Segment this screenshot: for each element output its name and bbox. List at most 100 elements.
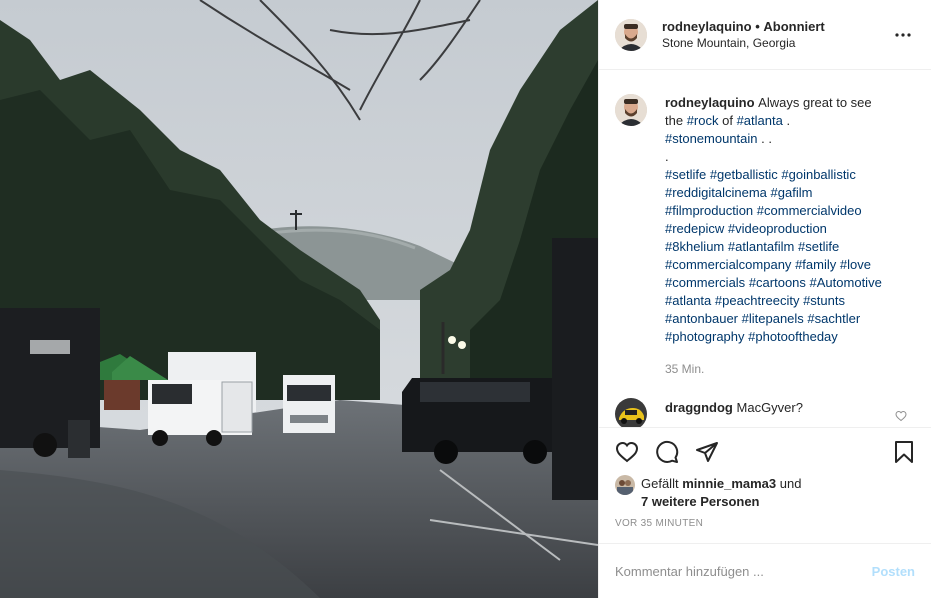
hashtag-link[interactable]: #Automotive xyxy=(810,275,882,290)
comment-button[interactable] xyxy=(654,439,680,465)
caption-line: #reddigitalcinema #gafilm xyxy=(665,184,915,202)
hashtag-link[interactable]: #photography xyxy=(665,329,745,344)
action-bar xyxy=(599,427,931,475)
caption-line: #filmproduction #commercialvideo xyxy=(665,202,915,220)
hashtag-link[interactable]: #commercialcompany xyxy=(665,257,791,272)
author-avatar[interactable] xyxy=(615,18,647,51)
likes-prefix: Gefällt xyxy=(641,476,679,491)
post-location[interactable]: Stone Mountain, Georgia xyxy=(662,35,891,52)
likes-summary: Gefällt minnie_mama3 und 7 weitere Perso… xyxy=(599,475,931,515)
hashtag-link[interactable]: #gafilm xyxy=(771,185,813,200)
post-timestamp[interactable]: VOR 35 MINUTEN xyxy=(599,515,931,543)
hashtag-link[interactable]: #peachtreecity xyxy=(715,293,800,308)
caption-line: #redepicw #videoproduction xyxy=(665,220,915,238)
hashtag-link[interactable]: #goinballistic xyxy=(781,167,855,182)
hashtag-link[interactable]: #filmproduction xyxy=(665,203,753,218)
caption-text: the xyxy=(665,113,687,128)
caption-text: . . xyxy=(757,131,772,146)
caption-line: #commercialcompany #family #love xyxy=(665,256,915,274)
hashtag-link[interactable]: #stonemountain xyxy=(665,131,758,146)
bookmark-icon xyxy=(895,440,913,463)
caption-time[interactable]: 35 Min. xyxy=(665,360,915,378)
header-text: rodneylaquino • Abonniert Stone Mountain… xyxy=(662,18,891,52)
author-username[interactable]: rodneylaquino xyxy=(662,19,752,34)
liker-username[interactable]: minnie_mama3 xyxy=(682,476,776,491)
hashtag-link[interactable]: #photooftheday xyxy=(748,329,838,344)
caption-line: #stonemountain . . xyxy=(665,130,915,148)
save-button[interactable] xyxy=(891,439,917,465)
hashtag-link[interactable]: #commercialvideo xyxy=(757,203,862,218)
hashtag-link[interactable]: #cartoons xyxy=(749,275,806,290)
hashtag-link[interactable]: #commercials xyxy=(665,275,745,290)
hashtag-link[interactable]: #reddigitalcinema xyxy=(665,185,767,200)
caption-text: of xyxy=(718,113,737,128)
hashtag-link[interactable]: #8khelium xyxy=(665,239,724,254)
commenter-avatar[interactable] xyxy=(615,398,647,427)
caption-text: Always great to see xyxy=(758,95,872,110)
caption-lines: rodneylaquino Always great to see the #ro… xyxy=(665,94,915,346)
caption-line: #photography #photooftheday xyxy=(665,328,915,346)
caption-avatar[interactable] xyxy=(615,94,647,126)
hashtag-link[interactable]: #sachtler xyxy=(807,311,860,326)
hashtag-link[interactable]: #litepanels xyxy=(742,311,804,326)
caption: rodneylaquino Always great to see the #ro… xyxy=(615,94,915,378)
share-button[interactable] xyxy=(694,439,720,465)
avatar-car-icon xyxy=(615,398,647,427)
caption-line: the #rock of #atlanta . xyxy=(665,112,915,130)
avatar-portrait-icon xyxy=(615,94,647,126)
share-icon xyxy=(696,441,718,462)
caption-line: #8khelium #atlantafilm #setlife xyxy=(665,238,915,256)
comment-input[interactable] xyxy=(615,563,872,579)
hashtag-link[interactable]: #rock xyxy=(687,113,719,128)
comment-icon xyxy=(656,440,679,463)
post-sidebar: rodneylaquino • Abonniert Stone Mountain… xyxy=(598,0,931,598)
liker-avatar[interactable] xyxy=(615,475,635,495)
hashtag-link[interactable]: #redepicw xyxy=(665,221,724,236)
caption-line: #atlanta #peachtreecity #stunts xyxy=(665,292,915,310)
caption-body: rodneylaquino Always great to see the #ro… xyxy=(665,94,915,378)
avatar-group-icon xyxy=(615,475,635,495)
likes-text: Gefällt minnie_mama3 und 7 weitere Perso… xyxy=(641,475,801,511)
hashtag-link[interactable]: #atlantafilm xyxy=(728,239,794,254)
hashtag-link[interactable]: #setlife xyxy=(798,239,839,254)
follow-status[interactable]: Abonniert xyxy=(763,19,824,34)
hashtag-link[interactable]: #stunts xyxy=(803,293,845,308)
more-options-button[interactable] xyxy=(891,23,915,47)
post-header: rodneylaquino • Abonniert Stone Mountain… xyxy=(599,0,931,70)
hashtag-link[interactable]: #atlanta xyxy=(737,113,783,128)
hashtag-link[interactable]: #family xyxy=(795,257,836,272)
post-photo[interactable] xyxy=(0,0,598,598)
caption-line: #setlife #getballistic #goinballistic xyxy=(665,166,915,184)
more-options-icon xyxy=(895,32,911,37)
hashtag-link[interactable]: #setlife xyxy=(665,167,706,182)
avatar-portrait-icon xyxy=(615,18,647,51)
likes-and: und xyxy=(779,476,802,491)
hashtag-link[interactable]: #getballistic xyxy=(710,167,778,182)
post-comment-button[interactable]: Posten xyxy=(872,564,915,579)
caption-username[interactable]: rodneylaquino xyxy=(665,95,758,110)
hashtag-link[interactable]: #videoproduction xyxy=(728,221,827,236)
header-separator: • xyxy=(755,18,760,34)
comment-text: draggndog MacGyver? xyxy=(665,400,803,415)
hashtag-link[interactable]: #antonbauer xyxy=(665,311,738,326)
comments-section: rodneylaquino Always great to see the #ro… xyxy=(599,70,931,427)
caption-line: rodneylaquino Always great to see xyxy=(665,94,915,112)
comment-body: MacGyver? xyxy=(736,399,803,415)
caption-line: #antonbauer #litepanels #sachtler xyxy=(665,310,915,328)
caption-line: . xyxy=(665,148,915,166)
hashtag-link[interactable]: #love xyxy=(840,257,871,272)
comment-like-button[interactable] xyxy=(895,410,907,425)
heart-outline-icon xyxy=(895,410,907,422)
hashtag-link[interactable]: #atlanta xyxy=(665,293,711,308)
heart-icon xyxy=(615,441,639,462)
add-comment-bar: Posten xyxy=(599,543,931,598)
commenter-username[interactable]: draggndog xyxy=(665,400,733,415)
caption-text: . xyxy=(665,149,669,164)
likes-others[interactable]: 7 weitere Personen xyxy=(641,494,760,509)
like-button[interactable] xyxy=(614,439,640,465)
parking-lot-mountain-photo xyxy=(0,0,598,598)
caption-text: . xyxy=(782,113,791,128)
comment-item: draggndog MacGyver? xyxy=(615,398,915,427)
instagram-post: rodneylaquino • Abonniert Stone Mountain… xyxy=(0,0,931,598)
caption-line: #commercials #cartoons #Automotive xyxy=(665,274,915,292)
